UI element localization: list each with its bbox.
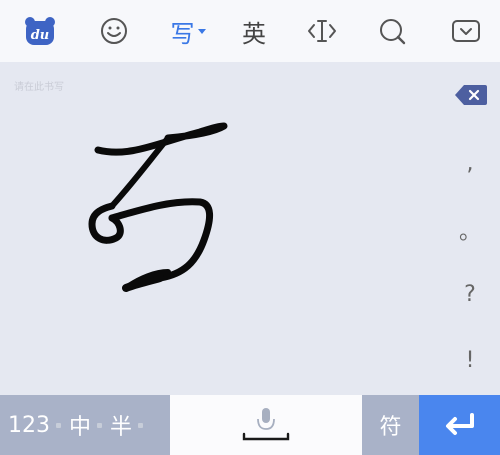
handwriting-pad[interactable]: 请在此书写 <box>0 62 440 395</box>
search-icon[interactable] <box>370 0 414 62</box>
numbers-key[interactable]: 123 <box>8 413 50 438</box>
comma-key[interactable]: , <box>440 143 500 183</box>
text-cursor-icon[interactable] <box>300 0 344 62</box>
backspace-button[interactable] <box>454 84 488 106</box>
bear-logo-icon[interactable]: du <box>18 0 62 62</box>
exclamation-key[interactable]: ! <box>440 340 500 380</box>
microphone-icon <box>242 408 290 441</box>
chinese-key[interactable]: 中 <box>69 409 91 441</box>
keyboard-hide-icon[interactable] <box>444 0 488 62</box>
chevron-down-icon <box>197 28 206 34</box>
handwrite-mode-tab[interactable]: 写 <box>160 0 216 62</box>
question-key[interactable]: ? <box>440 274 500 314</box>
space-key[interactable] <box>170 395 362 455</box>
keyboard-toolbar: du 写 英 <box>0 0 500 62</box>
enter-icon <box>445 413 474 435</box>
enter-key[interactable] <box>419 395 500 455</box>
handwriting-strokes <box>88 122 228 292</box>
period-key[interactable]: 。 <box>440 210 500 250</box>
svg-text:du: du <box>31 28 50 43</box>
mode-keys: 123 中 半 <box>0 395 170 455</box>
handwrite-mode-label: 写 <box>170 19 195 48</box>
backspace-icon <box>455 85 487 105</box>
smiley-icon[interactable] <box>92 0 136 62</box>
punctuation-column: , 。 ? ! <box>440 62 500 395</box>
english-mode-label: 英 <box>242 19 266 48</box>
separator-dot <box>97 422 103 428</box>
separator-dot <box>56 422 61 428</box>
symbols-label: 符 <box>379 415 402 440</box>
handwriting-keyboard: du 写 英 请在此书写 , 。 ? ! 123 中 半 符 <box>0 0 500 455</box>
separator-dot <box>138 422 144 428</box>
symbols-key[interactable]: 符 <box>362 395 419 455</box>
bottom-row: 123 中 半 符 <box>0 395 500 455</box>
half-width-key[interactable]: 半 <box>110 409 132 441</box>
english-mode-tab[interactable]: 英 <box>232 0 276 62</box>
